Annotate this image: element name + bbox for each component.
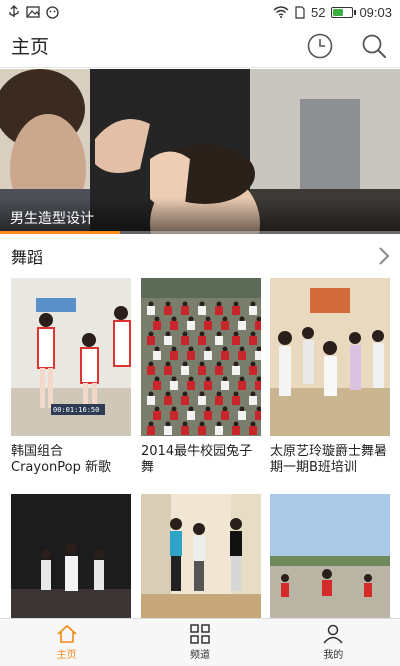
search-button[interactable] xyxy=(360,32,388,60)
section-header-dance[interactable]: 舞蹈 xyxy=(0,238,400,274)
video-card[interactable]: 太原艺玲璇爵士舞暑期一期B班培训 xyxy=(270,278,390,478)
video-card[interactable] xyxy=(141,494,261,618)
video-thumbnail[interactable] xyxy=(270,278,390,436)
app-bar: 主页 xyxy=(0,24,400,68)
video-timestamp: 00:01:16:50 xyxy=(53,406,100,414)
chevron-right-icon[interactable] xyxy=(378,246,390,266)
nav-profile[interactable]: 我的 xyxy=(267,619,400,666)
user-icon xyxy=(323,624,343,644)
usb-icon xyxy=(9,5,19,17)
video-card[interactable] xyxy=(11,494,131,618)
grid-icon xyxy=(190,624,210,644)
home-icon xyxy=(57,624,77,643)
section-title: 舞蹈 xyxy=(11,248,44,267)
clock: 09:03 xyxy=(359,4,392,20)
video-card[interactable]: 00:01:16:50 韩国组合CrayonPop 新歌 xyxy=(11,278,131,478)
video-thumbnail[interactable] xyxy=(11,494,131,618)
image-notification-icon xyxy=(26,6,40,18)
video-thumbnail[interactable] xyxy=(141,278,261,436)
nav-home[interactable]: 主页 xyxy=(0,619,133,666)
banner-progress xyxy=(0,231,400,234)
featured-banner[interactable]: 男生造型设计 xyxy=(0,69,400,234)
video-title[interactable]: 2014最牛校园兔子舞 xyxy=(141,444,261,478)
face-notification-icon xyxy=(46,5,59,19)
sim-icon xyxy=(295,5,305,19)
nav-channels-label: 频道 xyxy=(189,650,210,661)
video-card[interactable]: 2014最牛校园兔子舞 xyxy=(141,278,261,478)
nav-channels[interactable]: 频道 xyxy=(133,619,266,666)
page-title: 主页 xyxy=(11,36,50,58)
nav-profile-label: 我的 xyxy=(323,650,344,661)
wifi-icon xyxy=(273,6,289,18)
video-thumbnail[interactable]: 00:01:16:50 xyxy=(11,278,131,436)
history-button[interactable] xyxy=(306,32,334,60)
video-card[interactable] xyxy=(270,494,390,618)
search-icon xyxy=(362,34,386,58)
video-thumbnail[interactable] xyxy=(270,494,390,618)
battery-level: 52 xyxy=(310,4,326,20)
nav-home-label: 主页 xyxy=(56,650,77,661)
banner-caption: 男生造型设计 xyxy=(0,198,400,234)
video-thumbnail[interactable] xyxy=(141,494,261,618)
status-bar: 52 09:03 xyxy=(0,0,400,24)
video-title[interactable]: 太原艺玲璇爵士舞暑期一期B班培训 xyxy=(270,444,390,478)
video-title[interactable]: 韩国组合CrayonPop 新歌 xyxy=(11,444,131,478)
battery-icon xyxy=(331,6,357,18)
history-clock-icon xyxy=(307,33,333,58)
bottom-nav: 主页 频道 我的 xyxy=(0,618,400,666)
